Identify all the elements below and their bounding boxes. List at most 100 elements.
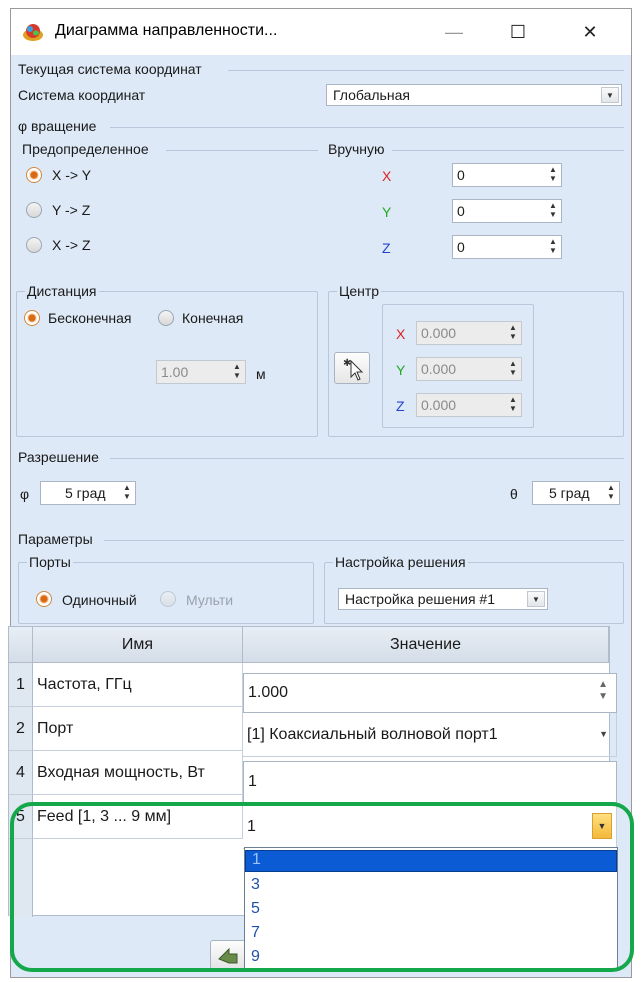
rotation-option-xy: X -> Y — [52, 167, 92, 183]
window-title: Диаграмма направленности... — [55, 22, 278, 39]
ports-multi-label: Мульти — [186, 592, 234, 608]
table-corner — [9, 627, 33, 663]
param-name-cell[interactable]: Входная мощность, Вт — [33, 751, 243, 795]
spin-arrows-icon[interactable]: ▲ ▼ — [507, 395, 519, 415]
column-header-name[interactable]: Имя — [33, 627, 243, 663]
theta-label: θ — [510, 486, 518, 502]
coord-system-select[interactable]: Глобальная ▼ — [326, 84, 622, 106]
phi-resolution-value: 5 град — [65, 485, 106, 501]
solution-title: Настройка решения — [333, 554, 468, 570]
spin-arrows-icon[interactable]: ▲ ▼ — [547, 237, 559, 257]
rotation-radio-xz[interactable] — [26, 237, 42, 253]
theta-resolution-value: 5 град — [549, 485, 590, 501]
spin-arrows-icon[interactable]: ▲ ▼ — [547, 165, 559, 185]
manual-x-value: 0 — [457, 167, 465, 183]
theta-resolution-spin[interactable]: 5 град ▲ ▼ — [532, 481, 620, 505]
center-x-value: 0.000 — [421, 325, 457, 341]
distance-value: 1.00 — [161, 364, 189, 380]
radiation-pattern-icon — [23, 24, 43, 41]
center-y-spin[interactable]: 0.000 ▲ ▼ — [416, 357, 522, 381]
spin-arrows-icon[interactable]: ▲ ▼ — [507, 323, 519, 343]
coord-system-label: Система координат — [18, 87, 146, 103]
divider — [104, 540, 624, 541]
power-value-input[interactable]: 1 — [243, 761, 617, 803]
close-button[interactable]: ✕ — [567, 9, 613, 55]
resolution-title: Разрешение — [18, 449, 99, 465]
frequency-value: 1.000 — [248, 684, 289, 701]
distance-title: Дистанция — [25, 283, 99, 299]
divider — [110, 127, 624, 128]
title-bar: Диаграмма направленности... — ☐ ✕ — [11, 9, 631, 55]
spin-arrows-icon[interactable]: ▲ ▼ — [547, 201, 559, 221]
manual-axis-z-label: Z — [382, 240, 391, 256]
phi-resolution-spin[interactable]: 5 град ▲ ▼ — [40, 481, 136, 505]
row-number: 1 — [9, 663, 33, 707]
divider — [392, 150, 624, 151]
ports-title: Порты — [27, 554, 73, 570]
distance-finite-radio[interactable] — [158, 310, 174, 326]
center-x-spin[interactable]: 0.000 ▲ ▼ — [416, 321, 522, 345]
ports-single-label: Одиночный — [62, 592, 137, 608]
ports-single-radio[interactable] — [36, 591, 52, 607]
center-z-value: 0.000 — [421, 397, 457, 413]
manual-axis-y-label: Y — [382, 204, 392, 220]
row-number: 2 — [9, 707, 33, 751]
param-name-cell[interactable]: Частота, ГГц — [33, 663, 243, 707]
rotation-option-yz: Y -> Z — [52, 202, 91, 218]
distance-unit: м — [256, 366, 266, 382]
phi-label: φ — [20, 486, 30, 502]
minimize-button[interactable]: — — [431, 9, 477, 55]
manual-x-spin[interactable]: 0 ▲ ▼ — [452, 163, 562, 187]
distance-finite-label: Конечная — [182, 310, 244, 326]
params-title: Параметры — [18, 531, 93, 547]
distance-infinite-label: Бесконечная — [48, 310, 132, 326]
center-title: Центр — [337, 283, 382, 299]
divider — [228, 70, 624, 71]
svg-text:✱: ✱ — [343, 358, 351, 369]
rotation-option-xz: X -> Z — [52, 237, 91, 253]
manual-axis-x-label: X — [382, 168, 392, 184]
spin-arrows-icon[interactable]: ▲ ▼ — [507, 359, 519, 379]
solution-select[interactable]: Настройка решения #1 ▼ — [338, 588, 548, 610]
param-name-cell[interactable]: Порт — [33, 707, 243, 751]
power-value: 1 — [248, 773, 257, 790]
predefined-title: Предопределенное — [22, 141, 149, 157]
rotation-section-title: φ вращение — [18, 118, 97, 134]
center-z-spin[interactable]: 0.000 ▲ ▼ — [416, 393, 522, 417]
highlight-frame — [10, 802, 634, 972]
solution-value: Настройка решения #1 — [345, 591, 495, 607]
spin-arrows-icon[interactable]: ▲ ▼ — [121, 483, 133, 503]
pick-point-button[interactable]: ✱ — [334, 352, 370, 384]
center-y-value: 0.000 — [421, 361, 457, 377]
manual-y-value: 0 — [457, 203, 465, 219]
chevron-down-icon[interactable]: ▼ — [601, 87, 619, 103]
manual-title: Вручную — [328, 141, 385, 157]
row-number: 4 — [9, 751, 33, 795]
port-value-select[interactable]: [1] Коаксиальный волновой порт1 ▼ — [243, 713, 617, 757]
frequency-value-input[interactable]: 1.000 ▲ ▼ — [243, 673, 617, 713]
coord-system-value: Глобальная — [333, 87, 410, 103]
chevron-down-icon[interactable]: ▼ — [599, 729, 608, 739]
distance-spin[interactable]: 1.00 ▲ ▼ — [156, 360, 246, 384]
center-axis-y-label: Y — [396, 362, 406, 378]
manual-z-spin[interactable]: 0 ▲ ▼ — [452, 235, 562, 259]
column-header-value[interactable]: Значение — [243, 627, 609, 663]
rotation-radio-yz[interactable] — [26, 202, 42, 218]
spin-arrows-icon[interactable]: ▲ ▼ — [598, 679, 608, 703]
divider — [110, 458, 624, 459]
spin-arrows-icon[interactable]: ▲ ▼ — [231, 362, 243, 382]
rotation-radio-xy[interactable] — [26, 167, 42, 183]
cursor-pick-icon: ✱ — [343, 358, 364, 381]
divider — [166, 150, 318, 151]
center-axis-x-label: X — [396, 326, 406, 342]
ports-multi-radio[interactable] — [160, 591, 176, 607]
manual-z-value: 0 — [457, 239, 465, 255]
distance-infinite-radio[interactable] — [24, 310, 40, 326]
spin-arrows-icon[interactable]: ▲ ▼ — [605, 483, 617, 503]
manual-y-spin[interactable]: 0 ▲ ▼ — [452, 199, 562, 223]
maximize-button[interactable]: ☐ — [495, 9, 541, 55]
port-value: [1] Коаксиальный волновой порт1 — [247, 725, 498, 743]
center-axis-z-label: Z — [396, 398, 405, 414]
coords-section-title: Текущая система координат — [18, 61, 202, 77]
chevron-down-icon[interactable]: ▼ — [527, 591, 545, 607]
